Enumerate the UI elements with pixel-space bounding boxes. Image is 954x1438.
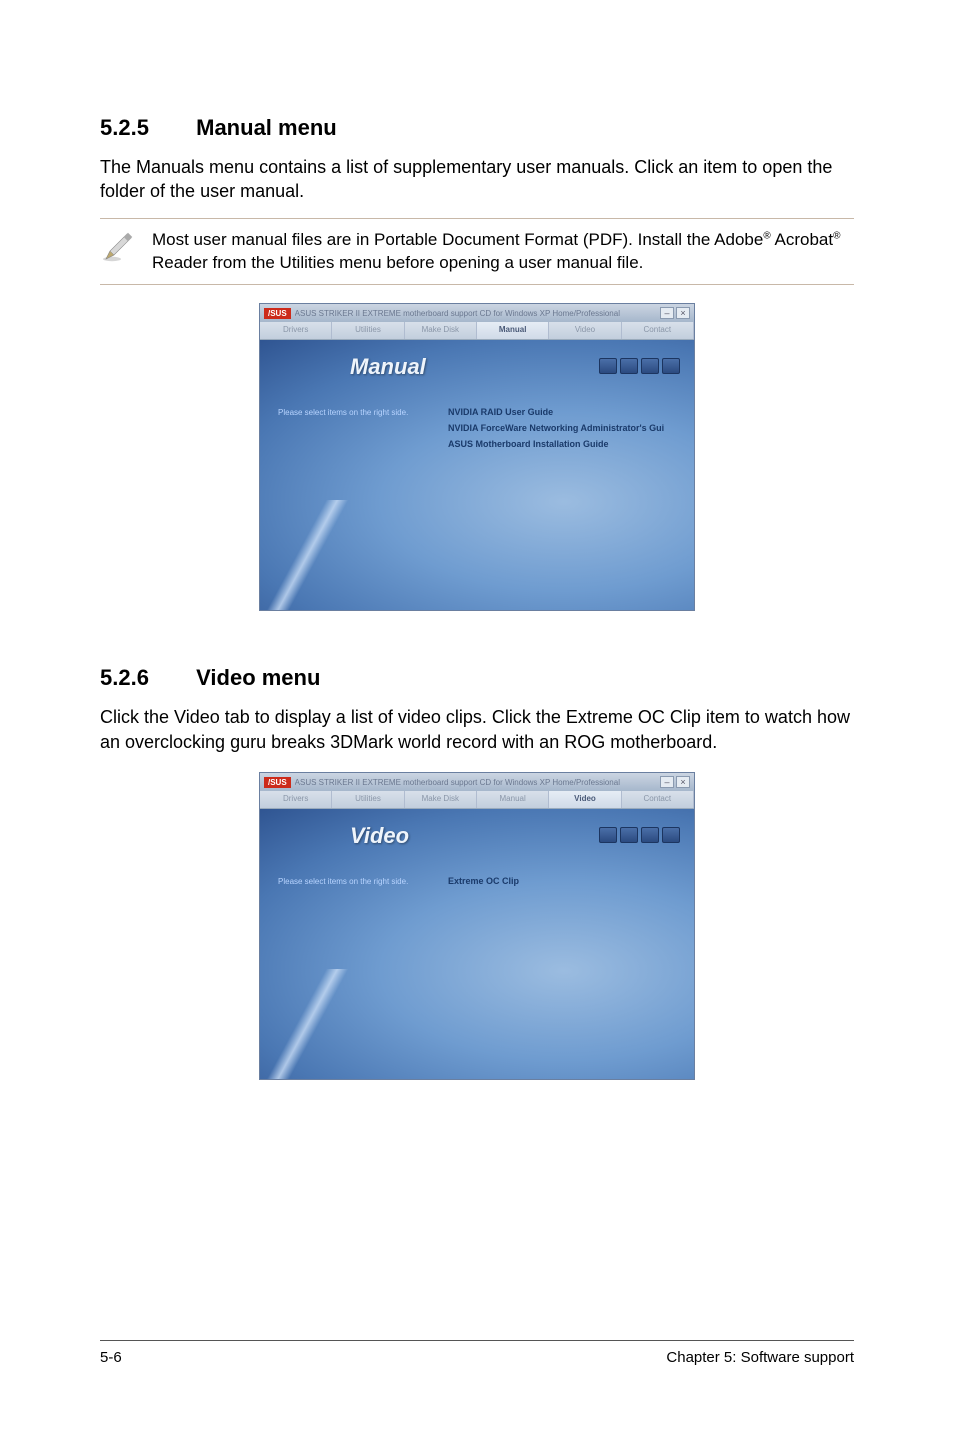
toolbar-icon[interactable] — [662, 358, 680, 374]
toolbar-icon[interactable] — [599, 827, 617, 843]
toolbar-icons — [599, 358, 680, 374]
section-number: 5.2.6 — [100, 665, 190, 691]
window-title: ASUS STRIKER II EXTREME motherboard supp… — [295, 309, 660, 318]
list-item[interactable]: NVIDIA ForceWare Networking Administrato… — [448, 420, 682, 436]
tab-video[interactable]: Video — [549, 322, 621, 339]
app-titlebar: /SUS ASUS STRIKER II EXTREME motherboard… — [260, 773, 694, 791]
app-body: Manual Please select items on the right … — [260, 340, 694, 610]
tab-drivers[interactable]: Drivers — [260, 791, 332, 808]
tab-contact[interactable]: Contact — [622, 322, 694, 339]
tab-contact[interactable]: Contact — [622, 791, 694, 808]
app-items-manual: NVIDIA RAID User GuideNVIDIA ForceWare N… — [448, 404, 682, 452]
tab-drivers[interactable]: Drivers — [260, 322, 332, 339]
app-section-title: Manual — [350, 354, 426, 380]
app-prompt: Please select items on the right side. — [278, 408, 428, 418]
section-heading-manual: 5.2.5 Manual menu — [100, 115, 854, 141]
app-body: Video Please select items on the right s… — [260, 809, 694, 1079]
list-item[interactable]: Extreme OC Clip — [448, 873, 682, 889]
note-text: Most user manual files are in Portable D… — [144, 229, 854, 275]
screenshot-manual: /SUS ASUS STRIKER II EXTREME motherboard… — [100, 303, 854, 611]
toolbar-icon[interactable] — [620, 827, 638, 843]
pencil-note-icon — [100, 229, 144, 275]
app-tabs-manual: DriversUtilitiesMake DiskManualVideoCont… — [260, 322, 694, 340]
close-icon[interactable]: × — [676, 307, 690, 319]
app-window: /SUS ASUS STRIKER II EXTREME motherboard… — [259, 303, 695, 611]
toolbar-icon[interactable] — [620, 358, 638, 374]
app-window: /SUS ASUS STRIKER II EXTREME motherboard… — [259, 772, 695, 1080]
toolbar-icon[interactable] — [599, 358, 617, 374]
section-title: Manual menu — [196, 115, 337, 140]
note-block: Most user manual files are in Portable D… — [100, 218, 854, 286]
section-paragraph: The Manuals menu contains a list of supp… — [100, 155, 854, 204]
toolbar-icon[interactable] — [641, 358, 659, 374]
minimize-icon[interactable]: – — [660, 776, 674, 788]
app-tabs-video: DriversUtilitiesMake DiskManualVideoCont… — [260, 791, 694, 809]
close-icon[interactable]: × — [676, 776, 690, 788]
chapter-label: Chapter 5: Software support — [666, 1349, 854, 1366]
toolbar-icons — [599, 827, 680, 843]
asus-logo: /SUS — [264, 308, 291, 319]
app-titlebar: /SUS ASUS STRIKER II EXTREME motherboard… — [260, 304, 694, 322]
screenshot-video: /SUS ASUS STRIKER II EXTREME motherboard… — [100, 772, 854, 1080]
toolbar-icon[interactable] — [641, 827, 659, 843]
app-section-title: Video — [350, 823, 409, 849]
section-heading-video: 5.2.6 Video menu — [100, 665, 854, 691]
section-paragraph: Click the Video tab to display a list of… — [100, 705, 854, 754]
list-item[interactable]: ASUS Motherboard Installation Guide — [448, 436, 682, 452]
page-footer: 5-6 Chapter 5: Software support — [100, 1340, 854, 1366]
tab-utilities[interactable]: Utilities — [332, 791, 404, 808]
section-title: Video menu — [196, 665, 320, 690]
tab-make-disk[interactable]: Make Disk — [405, 791, 477, 808]
window-title: ASUS STRIKER II EXTREME motherboard supp… — [295, 778, 660, 787]
minimize-icon[interactable]: – — [660, 307, 674, 319]
list-item[interactable]: NVIDIA RAID User Guide — [448, 404, 682, 420]
app-items-video: Extreme OC Clip — [448, 873, 682, 889]
tab-video[interactable]: Video — [549, 791, 621, 808]
section-number: 5.2.5 — [100, 115, 190, 141]
tab-utilities[interactable]: Utilities — [332, 322, 404, 339]
toolbar-icon[interactable] — [662, 827, 680, 843]
tab-make-disk[interactable]: Make Disk — [405, 322, 477, 339]
app-prompt: Please select items on the right side. — [278, 877, 428, 887]
page-number: 5-6 — [100, 1349, 122, 1366]
tab-manual[interactable]: Manual — [477, 322, 549, 339]
asus-logo: /SUS — [264, 777, 291, 788]
tab-manual[interactable]: Manual — [477, 791, 549, 808]
